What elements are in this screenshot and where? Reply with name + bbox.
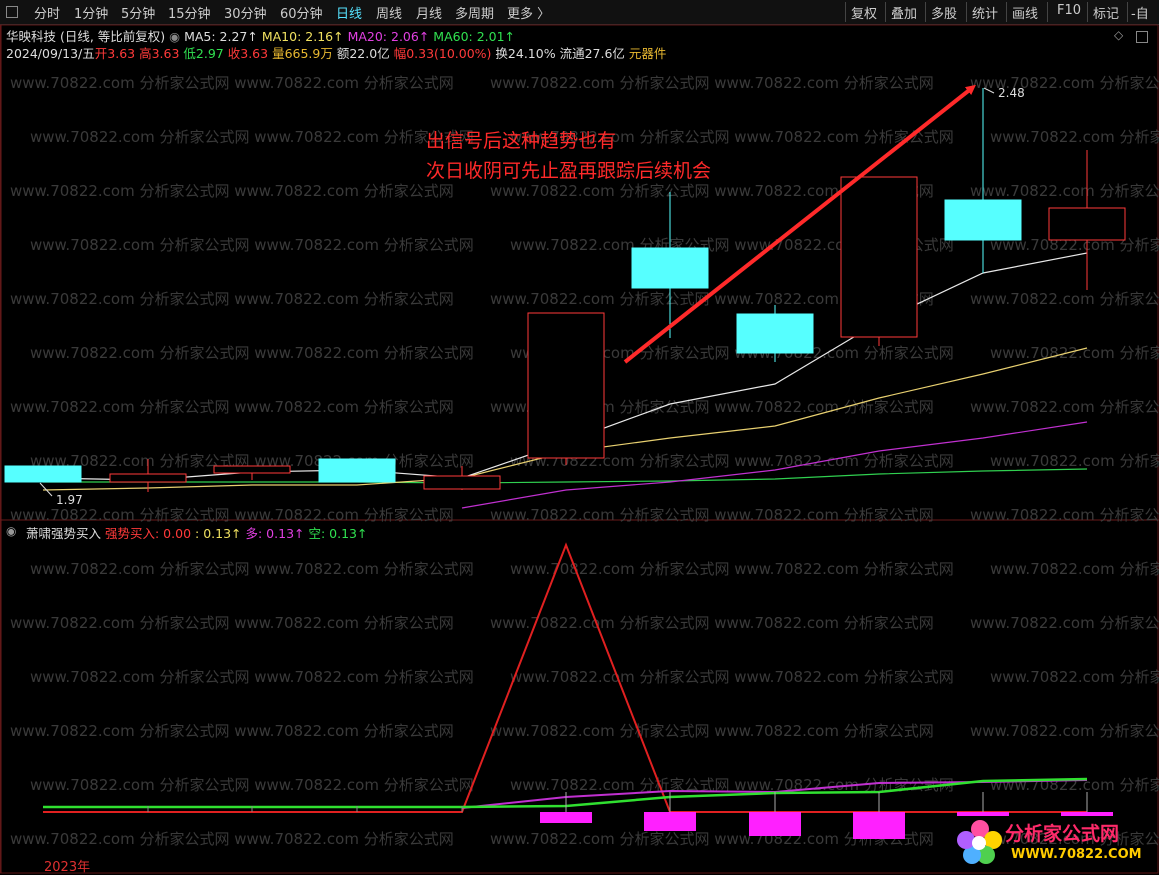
watermark-text: www.70822.com 分析家公式网 www.70822.com 分析家公式…: [30, 560, 474, 578]
ma10-value: MA10: 2.16↑: [261, 29, 344, 44]
indicator-bar: [540, 812, 592, 823]
watermark-text: www.70822.com 分析家公式网 www.70822.com 分析家公式…: [10, 722, 454, 740]
ma20-value: MA20: 2.06↑: [347, 29, 430, 44]
indicator-header: 萧啸强势买入 强势买入: 0.00 : 0.13↑ 多: 0.13↑ 空: 0.…: [26, 523, 367, 542]
watermark-text: www.70822.com 分析家公式网 www.70822.com 分析家公式…: [10, 614, 454, 632]
logo-name: 分析家公式网: [1005, 823, 1120, 845]
quote-float: 流通27.6亿: [559, 46, 625, 61]
watermark-text: www.70822.com 分析家公式网 www.70822.com 分析家公式…: [970, 182, 1159, 200]
ma60-value: MA60: 2.01↑: [433, 29, 516, 44]
quote-change: 幅0.33(10.00%): [393, 46, 492, 61]
strong-buy-value: 强势买入: 0.00: [105, 526, 192, 541]
watermark-text: www.70822.com 分析家公式网 www.70822.com 分析家公式…: [30, 776, 474, 794]
candle-down[interactable]: [318, 458, 396, 483]
watermark-text: www.70822.com 分析家公式网 www.70822.com 分析家公式…: [30, 668, 474, 686]
candle-up[interactable]: [1048, 207, 1126, 241]
indicator-bar: [749, 812, 801, 836]
dropdown-icon[interactable]: ◉: [169, 29, 180, 44]
diamond-icon[interactable]: ◇: [1114, 28, 1123, 42]
watermark-text: www.70822.com 分析家公式网 www.70822.com 分析家公式…: [990, 344, 1159, 362]
quote-date: 2024/09/13/五: [6, 46, 95, 61]
watermark-text: www.70822.com 分析家公式网 www.70822.com 分析家公式…: [10, 182, 454, 200]
high-price-label: 2.48: [998, 86, 1025, 100]
candle-up[interactable]: [527, 312, 605, 459]
watermark-text: www.70822.com 分析家公式网 www.70822.com 分析家公式…: [30, 128, 474, 146]
watermark-text: www.70822.com 分析家公式网 www.70822.com 分析家公式…: [490, 74, 934, 92]
low-price-label: 1.97: [56, 493, 83, 507]
watermark-text: www.70822.com 分析家公式网 www.70822.com 分析家公式…: [990, 560, 1159, 578]
candle-down[interactable]: [631, 247, 709, 289]
site-logo: 分析家公式网 WWW.70822.COM: [955, 815, 1155, 870]
bear-value: 空: 0.13↑: [308, 526, 368, 541]
watermark-text: www.70822.com 分析家公式网 www.70822.com 分析家公式…: [10, 290, 454, 308]
quote-amount: 额22.0亿: [336, 46, 390, 61]
indicator-dropdown-icon[interactable]: ◉: [6, 524, 16, 538]
year-label: 2023年: [44, 860, 91, 875]
watermark-text: www.70822.com 分析家公式网 www.70822.com 分析家公式…: [490, 506, 934, 524]
window-icon[interactable]: [1136, 31, 1148, 43]
watermark-text: www.70822.com 分析家公式网 www.70822.com 分析家公式…: [970, 398, 1159, 416]
indicator-name: 萧啸强势买入: [26, 526, 102, 541]
watermark-text: www.70822.com 分析家公式网 www.70822.com 分析家公式…: [970, 506, 1159, 524]
watermark-text: www.70822.com 分析家公式网 www.70822.com 分析家公式…: [30, 344, 474, 362]
logo-url: WWW.70822.COM: [1011, 847, 1142, 862]
annotation-line-1: 出信号后这种趋势也有: [426, 130, 617, 152]
ma5-value: MA5: 2.27↑: [184, 29, 258, 44]
watermark-text: www.70822.com 分析家公式网 www.70822.com 分析家公式…: [970, 614, 1159, 632]
watermark-text: www.70822.com 分析家公式网 www.70822.com 分析家公式…: [990, 128, 1159, 146]
quote-line: 2024/09/13/五开3.63 高3.63 低2.97 收3.63 量665…: [6, 43, 666, 62]
candle-down[interactable]: [944, 199, 1022, 241]
watermark-text: www.70822.com 分析家公式网 www.70822.com 分析家公式…: [10, 506, 454, 524]
candle-down[interactable]: [4, 465, 82, 483]
flower-logo-icon: [957, 820, 1002, 864]
candle-up[interactable]: [423, 475, 501, 490]
quote-volume: 量665.9万: [272, 46, 333, 61]
annotation-line-2: 次日收阴可先止盈再跟踪后续机会: [426, 160, 712, 182]
watermark-text: www.70822.com 分析家公式网 www.70822.com 分析家公式…: [10, 830, 454, 848]
quote-high: 高3.63: [139, 46, 180, 61]
watermark-text: www.70822.com 分析家公式网 www.70822.com 分析家公式…: [970, 722, 1159, 740]
watermark-text: www.70822.com 分析家公式网 www.70822.com 分析家公式…: [490, 722, 934, 740]
watermark-text: www.70822.com 分析家公式网 www.70822.com 分析家公式…: [30, 236, 474, 254]
indicator-bar: [644, 812, 696, 831]
quote-sector: 元器件: [628, 46, 667, 61]
candle-down[interactable]: [736, 313, 814, 354]
quote-low: 低2.97: [183, 46, 224, 61]
watermark-text: www.70822.com 分析家公式网 www.70822.com 分析家公式…: [10, 74, 454, 92]
quote-open: 开3.63: [94, 46, 136, 61]
bull-value: 多: 0.13↑: [245, 526, 305, 541]
watermark-text: www.70822.com 分析家公式网 www.70822.com 分析家公式…: [990, 668, 1159, 686]
watermark-text: www.70822.com 分析家公式网 www.70822.com 分析家公式…: [490, 614, 934, 632]
indicator-bar: [853, 812, 905, 839]
watermark-text: www.70822.com 分析家公式网 www.70822.com 分析家公式…: [510, 560, 954, 578]
quote-turnover: 换24.10%: [495, 46, 556, 61]
candle-up[interactable]: [109, 473, 187, 483]
indicator-value: : 0.13↑: [195, 526, 242, 541]
watermark-text: www.70822.com 分析家公式网 www.70822.com 分析家公式…: [510, 668, 954, 686]
candle-up[interactable]: [840, 176, 918, 338]
quote-close: 收3.63: [227, 46, 269, 61]
watermark-text: www.70822.com 分析家公式网 www.70822.com 分析家公式…: [990, 452, 1159, 470]
watermark-text: www.70822.com 分析家公式网 www.70822.com 分析家公式…: [970, 290, 1159, 308]
candle-up[interactable]: [213, 465, 291, 474]
watermark-text: www.70822.com 分析家公式网 www.70822.com 分析家公式…: [10, 398, 454, 416]
stock-name: 华映科技 (日线, 等比前复权): [6, 29, 166, 44]
